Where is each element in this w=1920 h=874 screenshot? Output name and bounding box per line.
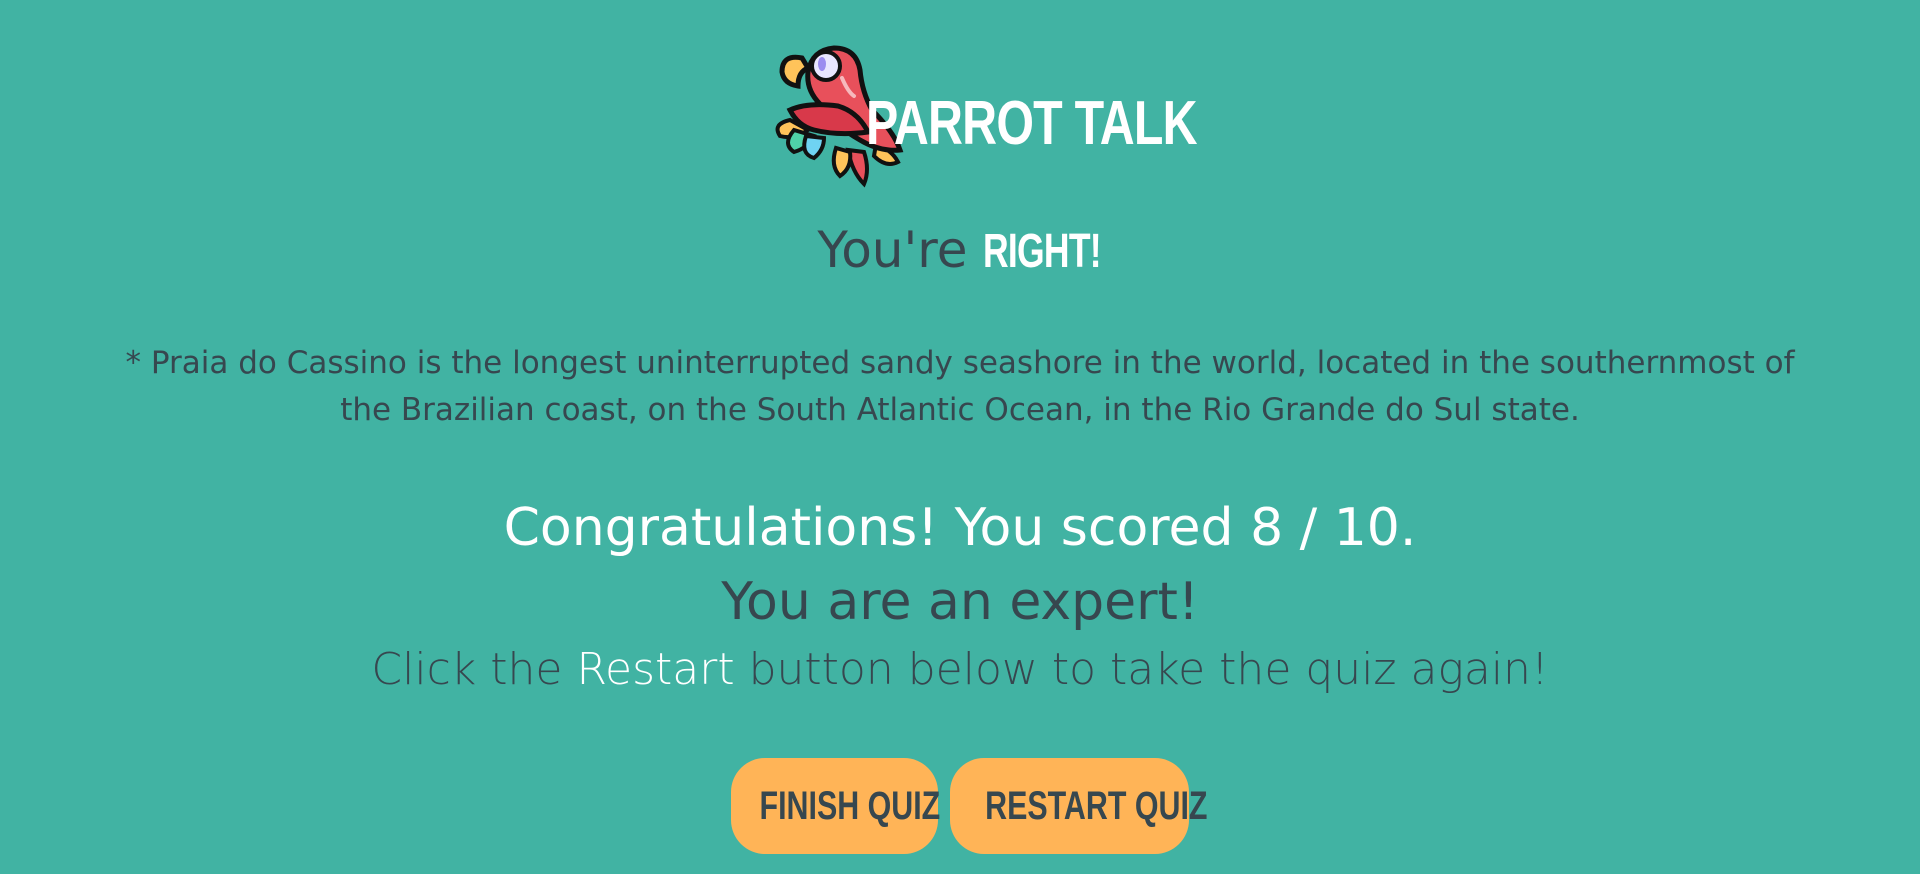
restart-hint: Click the Restart button below to take t… xyxy=(0,640,1920,700)
level-message: You are an expert! xyxy=(721,572,1199,632)
score-message: Congratulations! You scored 8 / 10. xyxy=(503,498,1417,558)
button-row: FINISH QUIZ RESTART QUIZ xyxy=(0,758,1920,854)
answer-result: You're RIGHT! xyxy=(0,215,1920,287)
fact-text: * Praia do Cassino is the longest uninte… xyxy=(125,345,1795,428)
app-title: PARROT TALK xyxy=(866,89,1198,158)
result-prefix: You're xyxy=(817,221,968,279)
finish-quiz-button[interactable]: FINISH QUIZ xyxy=(731,758,941,854)
header: PARROT TALK xyxy=(0,30,1920,190)
quiz-result-page: PARROT TALK You're RIGHT! * Praia do Cas… xyxy=(0,0,1920,874)
hint-highlight: Restart xyxy=(576,644,735,695)
hint-before: Click the xyxy=(371,644,563,695)
finish-quiz-label: FINISH QUIZ xyxy=(759,783,941,828)
restart-quiz-label: RESTART QUIZ xyxy=(985,783,1208,828)
result-verdict: RIGHT! xyxy=(983,225,1102,278)
restart-quiz-button[interactable]: RESTART QUIZ xyxy=(950,758,1207,854)
hint-after: button below to take the quiz again! xyxy=(748,644,1549,695)
